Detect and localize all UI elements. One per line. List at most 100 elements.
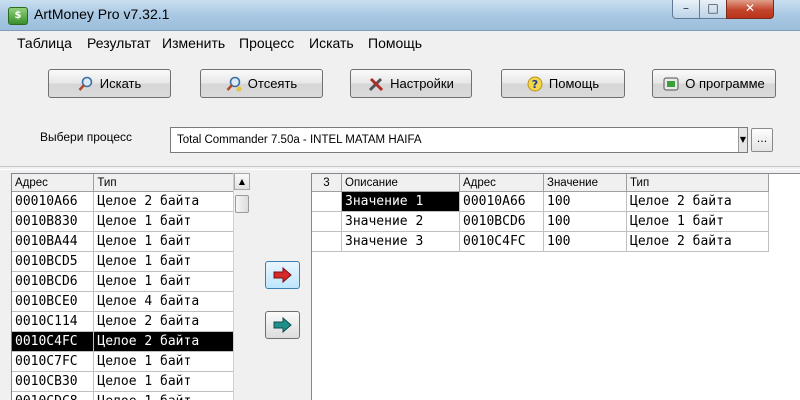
menu-bar: Таблица Результат Изменить Процесс Искат… <box>0 31 800 55</box>
type-cell[interactable]: Целое 1 байт <box>93 351 234 372</box>
address-cell[interactable]: 00010A66 <box>12 191 95 212</box>
table-header-row: 3 Описание Адрес Значение Тип <box>312 174 769 192</box>
help-button[interactable]: ? Помощь <box>501 69 625 98</box>
saved-addresses-table[interactable]: 3 Описание Адрес Значение Тип Значение 1… <box>311 173 800 400</box>
scrollbar-thumb[interactable] <box>235 195 249 213</box>
add-all-to-table-button[interactable] <box>265 311 300 339</box>
type-cell[interactable]: Целое 1 байт <box>93 251 234 272</box>
address-cell[interactable]: 00010A66 <box>459 191 544 212</box>
app-icon[interactable]: $ <box>8 7 28 25</box>
address-cell[interactable]: 0010C4FC <box>459 231 544 252</box>
table-row[interactable]: 0010C114 Целое 2 байта <box>12 311 234 332</box>
menu-table[interactable]: Таблица <box>17 35 72 51</box>
found-addresses-table[interactable]: Адрес Тип 00010A66 Целое 2 байта 0010B830… <box>11 173 235 400</box>
about-icon <box>663 76 679 92</box>
selected-table-row[interactable]: 0010C4FC Целое 2 байта <box>12 331 234 352</box>
type-cell[interactable]: Целое 2 байта <box>626 231 769 252</box>
value-cell[interactable]: 100 <box>543 231 627 252</box>
address-cell[interactable]: 0010CDC8 <box>12 391 95 400</box>
window-title: ArtMoney Pro v7.32.1 <box>34 6 170 22</box>
maximize-button[interactable]: □ <box>699 0 727 19</box>
column-header-type[interactable]: Тип <box>626 174 769 192</box>
type-cell[interactable]: Целое 1 байт <box>93 371 234 392</box>
left-table-scrollbar[interactable]: ▲ <box>233 173 251 400</box>
address-cell[interactable]: 0010BCD5 <box>12 251 95 272</box>
dropdown-arrow-icon[interactable]: ▼ <box>738 128 747 152</box>
search-button[interactable]: Искать <box>48 69 171 98</box>
column-header-description[interactable]: Описание <box>341 174 460 192</box>
close-button[interactable]: ✕ <box>726 0 774 19</box>
settings-button[interactable]: Настройки <box>350 69 472 98</box>
type-cell[interactable]: Целое 1 байт <box>93 391 234 400</box>
table-row[interactable]: Значение 3 0010C4FC 100 Целое 2 байта <box>312 231 769 252</box>
address-cell[interactable]: 0010C7FC <box>12 351 95 372</box>
menu-process[interactable]: Процесс <box>239 35 294 51</box>
table-row[interactable]: 0010BCE0 Целое 4 байта <box>12 291 234 312</box>
row-indicator[interactable] <box>312 211 342 232</box>
column-header-address[interactable]: Адрес <box>12 174 95 192</box>
address-cell[interactable]: 0010C4FC <box>12 331 95 352</box>
type-cell[interactable]: Целое 2 байта <box>93 331 234 352</box>
column-header-address[interactable]: Адрес <box>459 174 544 192</box>
menu-edit[interactable]: Изменить <box>162 35 225 51</box>
about-button[interactable]: О программе <box>652 69 776 98</box>
menu-help[interactable]: Помощь <box>368 35 422 51</box>
magnifier-icon <box>78 76 94 92</box>
browse-process-button[interactable]: ... <box>751 128 773 152</box>
row-indicator[interactable] <box>312 231 342 252</box>
description-cell[interactable]: Значение 3 <box>341 231 460 252</box>
column-header-type[interactable]: Тип <box>93 174 234 192</box>
table-row[interactable]: Значение 2 0010BCD6 100 Целое 1 байт <box>312 211 769 232</box>
arrow-right-red-icon <box>273 266 292 284</box>
search-button-label: Искать <box>99 76 142 91</box>
type-cell[interactable]: Целое 2 байта <box>93 311 234 332</box>
address-cell[interactable]: 0010BCD6 <box>459 211 544 232</box>
title-bar[interactable]: $ ArtMoney Pro v7.32.1 – □ ✕ <box>0 0 800 31</box>
table-row[interactable]: 0010B830 Целое 1 байт <box>12 211 234 232</box>
value-cell[interactable]: 100 <box>543 191 627 212</box>
filter-button[interactable]: Отсеять <box>200 69 323 98</box>
row-indicator[interactable] <box>312 191 342 212</box>
address-cell[interactable]: 0010B830 <box>12 211 95 232</box>
table-row[interactable]: 0010CDC8Целое 1 байт <box>12 391 234 400</box>
type-cell[interactable]: Целое 4 байта <box>93 291 234 312</box>
table-header-row: Адрес Тип <box>12 174 234 192</box>
table-row[interactable]: 0010BCD6 Целое 1 байт <box>12 271 234 292</box>
add-to-table-button[interactable] <box>265 261 300 289</box>
row-count-header[interactable]: 3 <box>312 174 342 192</box>
app-window: $ ArtMoney Pro v7.32.1 – □ ✕ Таблица Рез… <box>0 0 800 400</box>
address-cell[interactable]: 0010CB30 <box>12 371 95 392</box>
table-row[interactable]: 0010CB30 Целое 1 байт <box>12 371 234 392</box>
filter-button-label: Отсеять <box>247 76 298 91</box>
menu-result[interactable]: Результат <box>87 35 151 51</box>
type-cell[interactable]: Целое 1 байт <box>93 211 234 232</box>
help-icon: ? <box>527 76 543 92</box>
type-cell[interactable]: Целое 1 байт <box>93 271 234 292</box>
column-header-value[interactable]: Значение <box>543 174 627 192</box>
table-row[interactable]: 0010C7FC Целое 1 байт <box>12 351 234 372</box>
magnifier-filter-icon <box>226 76 242 92</box>
type-cell[interactable]: Целое 1 байт <box>93 231 234 252</box>
address-cell[interactable]: 0010BCE0 <box>12 291 95 312</box>
address-cell[interactable]: 0010BA44 <box>12 231 95 252</box>
menu-search[interactable]: Искать <box>309 35 354 51</box>
table-row[interactable]: Значение 1 00010A66 100 Целое 2 байта <box>312 191 769 212</box>
table-row[interactable]: 00010A66 Целое 2 байта <box>12 191 234 212</box>
description-cell[interactable]: Значение 1 <box>341 191 460 212</box>
minimize-button[interactable]: – <box>672 0 700 19</box>
settings-button-label: Настройки <box>390 76 454 91</box>
arrow-right-teal-icon <box>273 316 292 334</box>
transfer-panel <box>258 173 308 400</box>
address-cell[interactable]: 0010C114 <box>12 311 95 332</box>
about-button-label: О программе <box>685 76 765 91</box>
type-cell[interactable]: Целое 2 байта <box>626 191 769 212</box>
type-cell[interactable]: Целое 1 байт <box>626 211 769 232</box>
value-cell[interactable]: 100 <box>543 211 627 232</box>
scroll-up-icon[interactable]: ▲ <box>234 173 250 190</box>
type-cell[interactable]: Целое 2 байта <box>93 191 234 212</box>
address-cell[interactable]: 0010BCD6 <box>12 271 95 292</box>
process-select[interactable]: Total Commander 7.50a - INTEL MATAM HAIF… <box>170 127 748 153</box>
description-cell[interactable]: Значение 2 <box>341 211 460 232</box>
table-row[interactable]: 0010BCD5 Целое 1 байт <box>12 251 234 272</box>
table-row[interactable]: 0010BA44 Целое 1 байт <box>12 231 234 252</box>
